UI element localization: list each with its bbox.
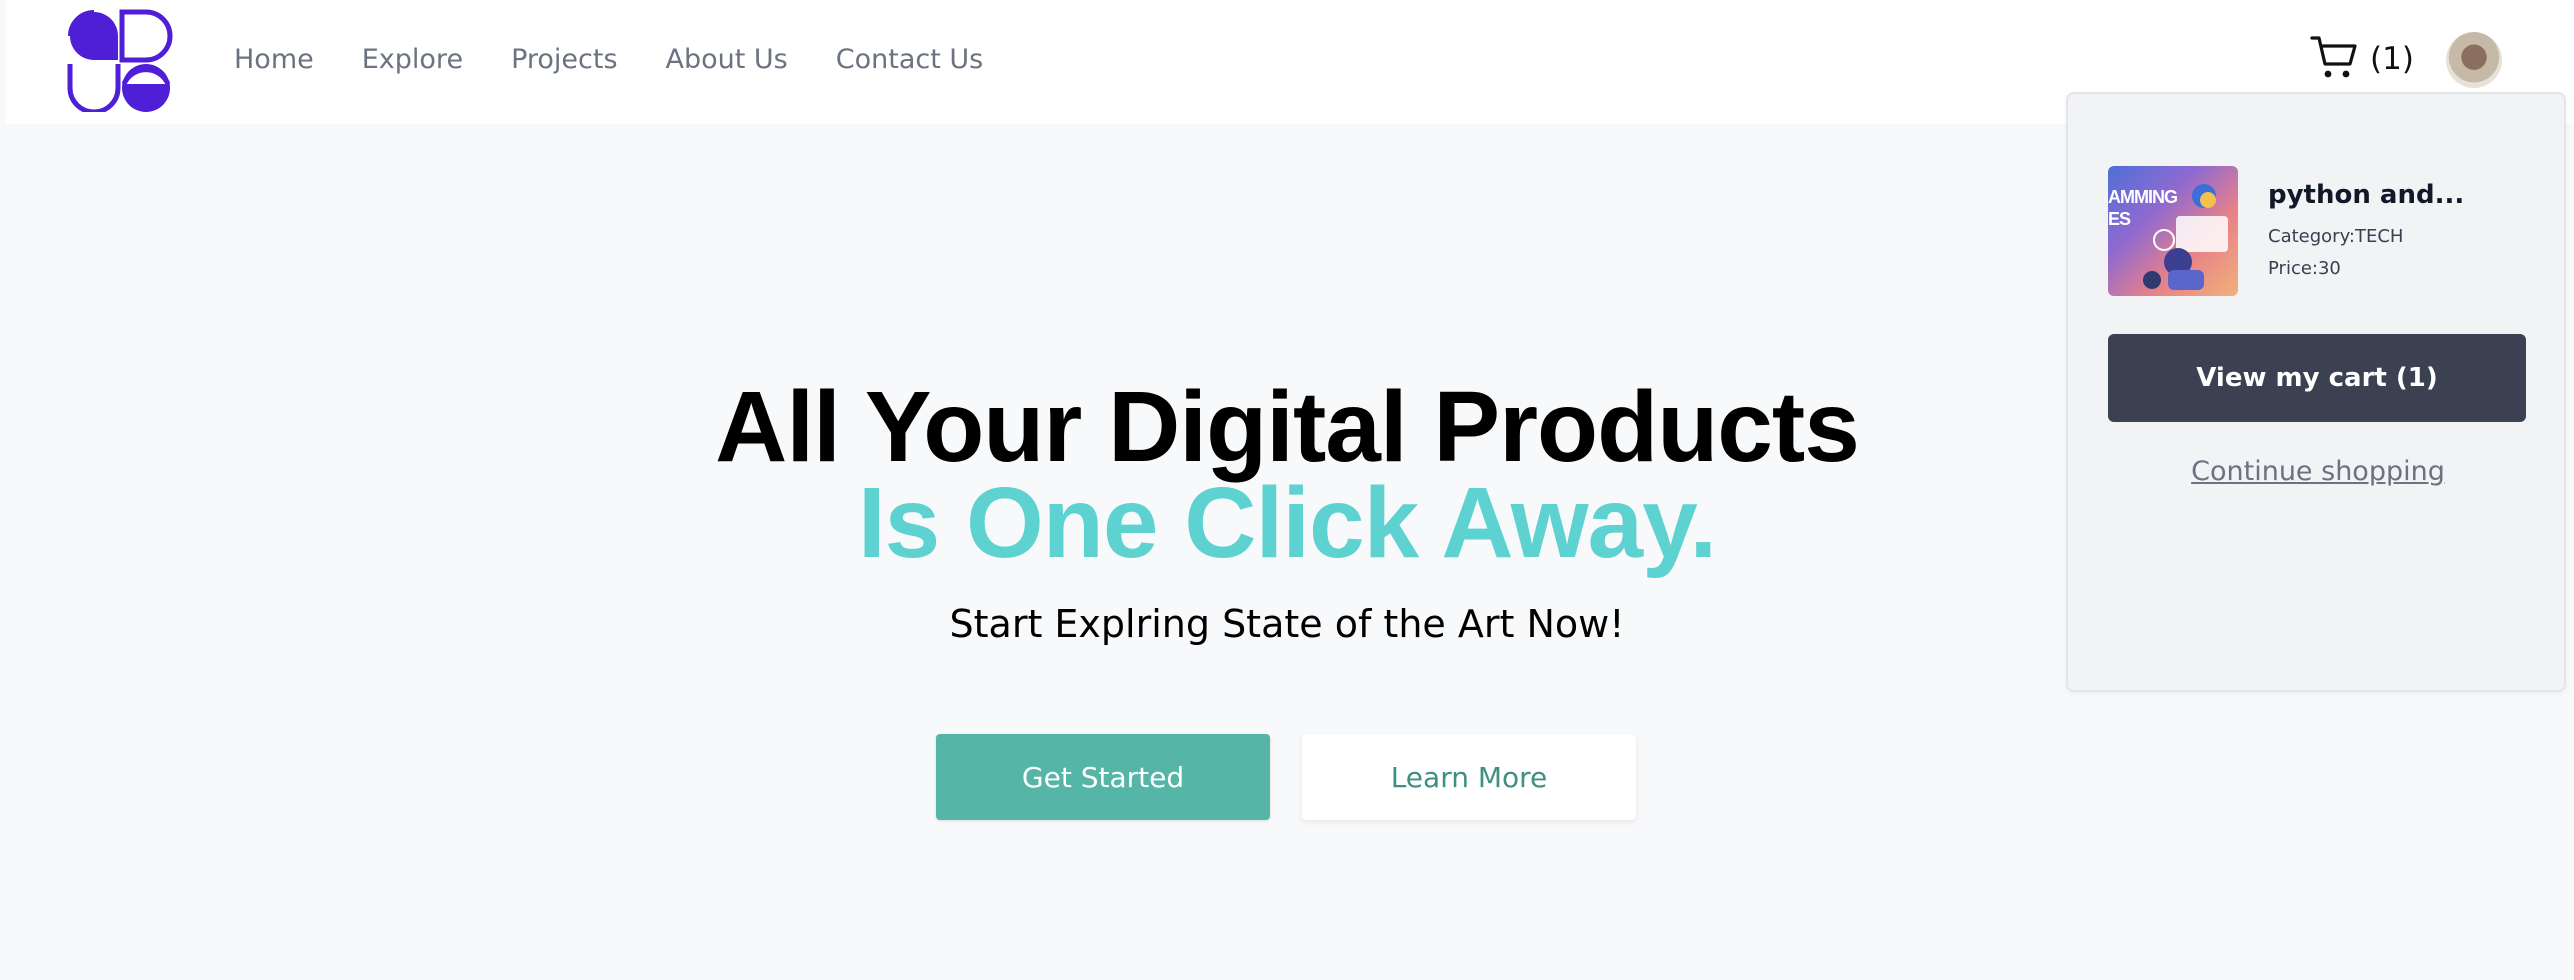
cart-icon	[2310, 34, 2358, 85]
cart-item-thumbnail-text: AMMING ES	[2108, 187, 2178, 229]
nav-link-explore[interactable]: Explore	[362, 44, 463, 75]
nav-link-about-us[interactable]: About Us	[666, 44, 788, 75]
cart-item-thumbnail: AMMING ES	[2108, 166, 2238, 296]
nav-link-contact-us[interactable]: Contact Us	[836, 44, 983, 75]
cart-item-price: Price:30	[2268, 258, 2341, 279]
cart-item-name[interactable]: python and...	[2268, 180, 2464, 210]
hero-subtitle: Start Explring State of the Art Now!	[949, 602, 1625, 646]
nav-link-home[interactable]: Home	[234, 44, 314, 75]
cart-item-category: Category:TECH	[2268, 226, 2404, 247]
nav-link-projects[interactable]: Projects	[511, 44, 617, 75]
logo-icon[interactable]	[66, 8, 178, 115]
cart-button[interactable]: (1)	[2310, 34, 2414, 84]
cart-count: (1)	[2370, 41, 2414, 77]
hero-title-accent: Is One Click Away.	[857, 467, 1717, 579]
learn-more-button[interactable]: Learn More	[1302, 734, 1636, 820]
user-avatar[interactable]	[2446, 32, 2502, 88]
get-started-button[interactable]: Get Started	[936, 734, 1270, 820]
main-nav: Home Explore Projects About Us Contact U…	[234, 0, 983, 118]
